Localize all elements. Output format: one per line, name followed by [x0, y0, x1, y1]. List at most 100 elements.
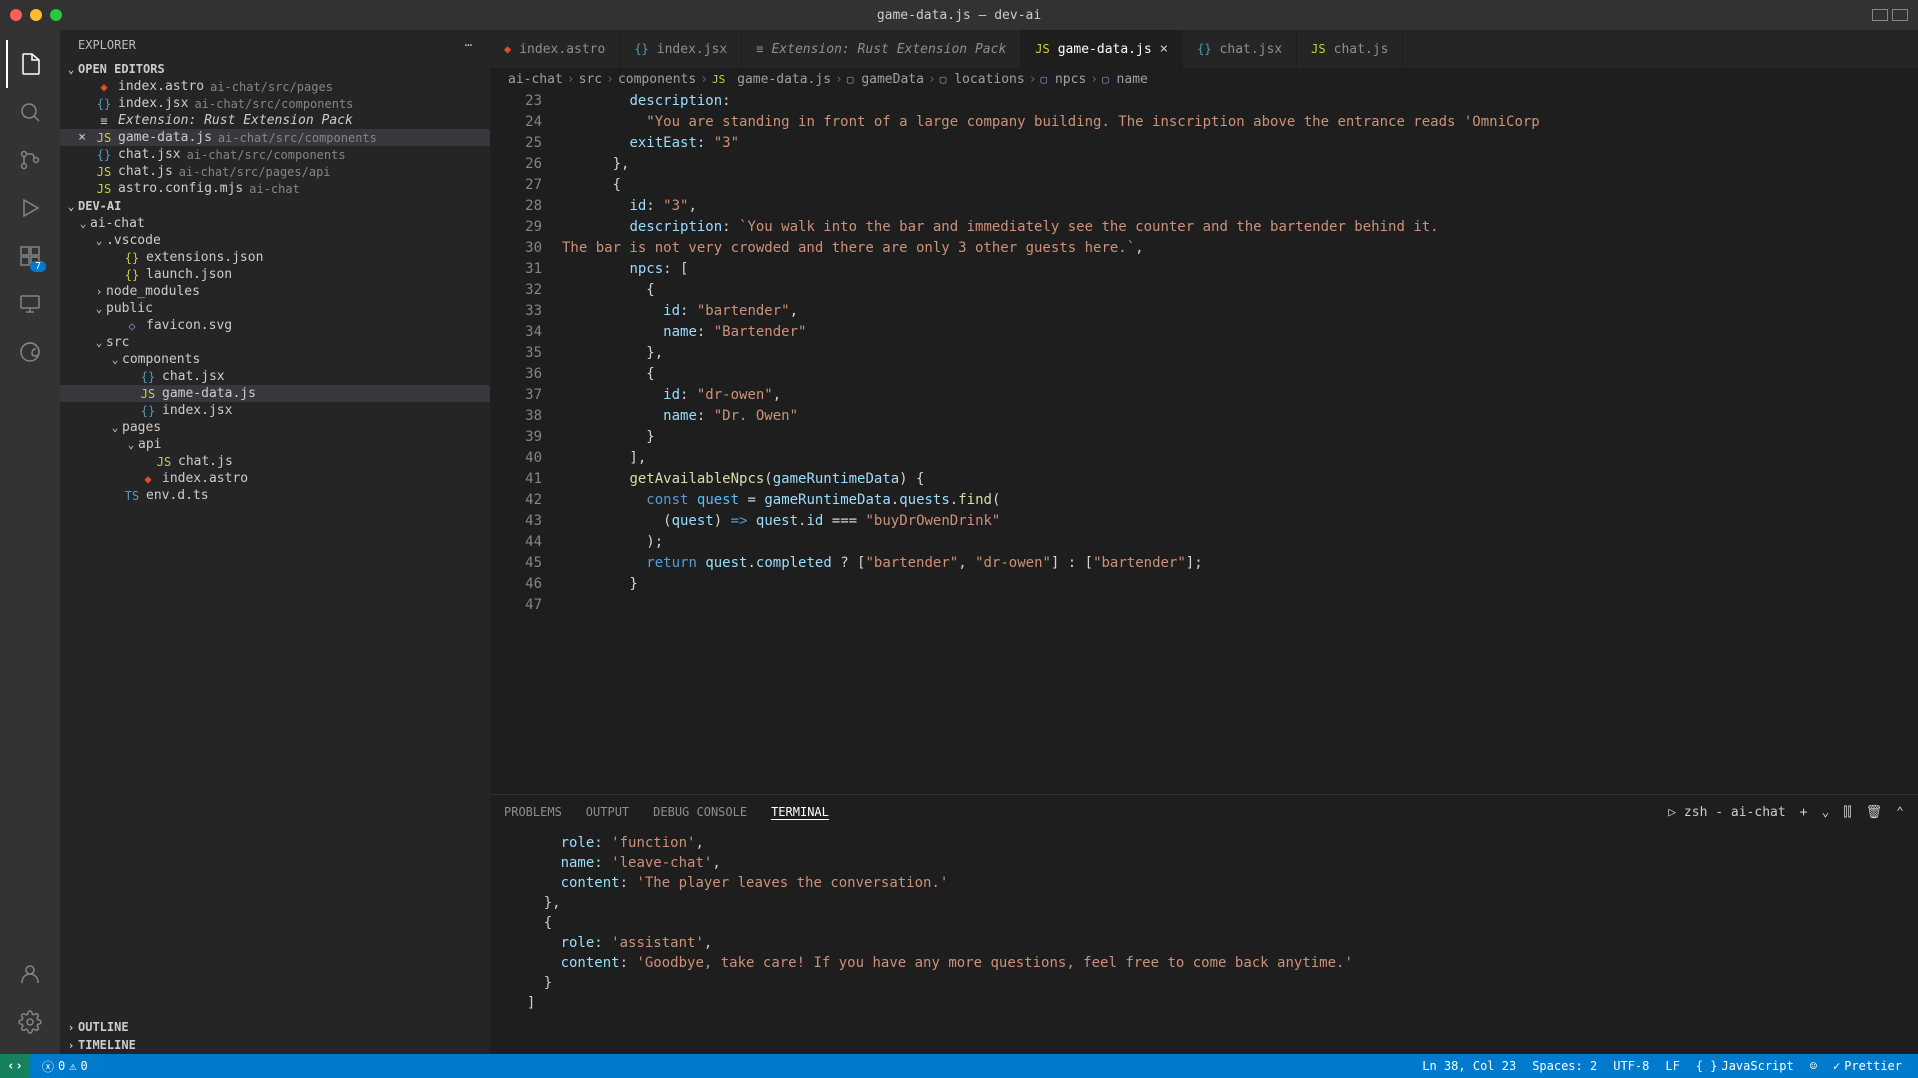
project-header[interactable]: ⌄ DEV-AI — [60, 197, 490, 215]
status-encoding[interactable]: UTF-8 — [1605, 1059, 1657, 1073]
edge-icon[interactable] — [6, 328, 54, 376]
file-item[interactable]: {}chat.jsx — [60, 368, 490, 385]
status-errors[interactable]: ⓧ0 ⚠0 — [34, 1058, 96, 1075]
terminal-selector[interactable]: ▷ zsh - ai-chat — [1668, 805, 1785, 820]
toggle-panel-icon[interactable] — [1872, 9, 1888, 21]
editor-tab[interactable]: {}index.jsx — [620, 30, 742, 68]
window-title: game-data.js — dev-ai — [877, 8, 1041, 23]
more-icon[interactable]: ⋯ — [465, 38, 472, 52]
new-terminal-icon[interactable]: + — [1800, 805, 1808, 820]
open-editor-item[interactable]: ≡Extension: Rust Extension Pack — [60, 112, 490, 129]
editor-tab[interactable]: ◆index.astro — [490, 30, 620, 68]
folder-item[interactable]: ⌄components — [60, 351, 490, 368]
file-item[interactable]: {}index.jsx — [60, 402, 490, 419]
accounts-icon[interactable] — [6, 950, 54, 998]
status-feedback-icon[interactable]: ☺ — [1802, 1059, 1825, 1073]
panel-tab-terminal[interactable]: TERMINAL — [771, 805, 829, 820]
run-debug-icon[interactable] — [6, 184, 54, 232]
maximize-window[interactable] — [50, 9, 62, 21]
settings-icon[interactable] — [6, 998, 54, 1046]
breadcrumb-item[interactable]: JS game-data.js — [712, 72, 831, 87]
open-editor-item[interactable]: {}index.jsxai-chat/src/components — [60, 95, 490, 112]
tab-label: Extension: Rust Extension Pack — [771, 42, 1006, 57]
file-name: extensions.json — [146, 250, 263, 265]
file-item[interactable]: ◆index.astro — [60, 470, 490, 487]
jsx-file-icon: {} — [634, 42, 648, 56]
file-item[interactable]: JSchat.js — [60, 453, 490, 470]
search-icon[interactable] — [6, 88, 54, 136]
open-editor-item[interactable]: JSastro.config.mjsai-chat — [60, 180, 490, 197]
file-name: index.astro — [118, 79, 204, 94]
json-file-icon: {} — [122, 268, 142, 282]
folder-item[interactable]: ⌄.vscode — [60, 232, 490, 249]
breadcrumb-item[interactable]: src — [579, 72, 602, 87]
close-editor-icon[interactable]: × — [70, 130, 94, 145]
file-item[interactable]: ◇favicon.svg — [60, 317, 490, 334]
file-item[interactable]: {}launch.json — [60, 266, 490, 283]
kill-terminal-icon[interactable]: 🗑 — [1866, 805, 1883, 820]
panel-tab-debug-console[interactable]: DEBUG CONSOLE — [653, 805, 747, 819]
folder-item[interactable]: ⌄src — [60, 334, 490, 351]
open-editor-item[interactable]: ◆index.astroai-chat/src/pages — [60, 78, 490, 95]
file-item[interactable]: {} extensions.json — [60, 249, 490, 266]
status-lang[interactable]: { } JavaScript — [1688, 1059, 1802, 1073]
terminal-output[interactable]: role: 'function', name: 'leave-chat', co… — [490, 829, 1918, 1054]
outline-header[interactable]: › OUTLINE — [60, 1018, 490, 1036]
breadcrumb-item[interactable]: ▢ name — [1102, 72, 1148, 87]
editor[interactable]: 2324252627282930313233343536373839404142… — [490, 91, 1918, 794]
chevron-down-icon: ⌄ — [76, 217, 90, 230]
split-terminal-icon[interactable]: ⫿⫿ — [1843, 805, 1851, 820]
file-name: game-data.js — [162, 386, 256, 401]
breadcrumb-item[interactable]: ▢ gameData — [847, 72, 924, 87]
folder-item[interactable]: ›node_modules — [60, 283, 490, 300]
panel-tab-output[interactable]: OUTPUT — [586, 805, 629, 819]
open-editor-item[interactable]: {}chat.jsxai-chat/src/components — [60, 146, 490, 163]
source-control-icon[interactable] — [6, 136, 54, 184]
status-eol[interactable]: LF — [1657, 1059, 1687, 1073]
file-item[interactable]: TSenv.d.ts — [60, 487, 490, 504]
remote-button[interactable] — [0, 1054, 30, 1078]
json-file-icon: {} — [122, 251, 142, 265]
breadcrumbs[interactable]: ai-chat›src›components›JS game-data.js›▢… — [490, 68, 1918, 91]
code-content[interactable]: description: "You are standing in front … — [562, 91, 1918, 794]
breadcrumb-item[interactable]: ▢ locations — [940, 72, 1025, 87]
jsx-file-icon: {} — [138, 404, 158, 418]
editor-tab[interactable]: ≡Extension: Rust Extension Pack — [742, 30, 1021, 68]
panel-tab-problems[interactable]: PROBLEMS — [504, 805, 562, 819]
terminal-dropdown-icon[interactable]: ⌄ — [1822, 805, 1830, 820]
maximize-panel-icon[interactable]: ⌃ — [1896, 805, 1904, 820]
editor-tab[interactable]: {}chat.jsx — [1183, 30, 1297, 68]
folder-item[interactable]: ⌄pages — [60, 419, 490, 436]
folder-item[interactable]: ⌄ai-chat — [60, 215, 490, 232]
file-path: ai-chat/src/components — [218, 131, 377, 145]
folder-item[interactable]: ⌄public — [60, 300, 490, 317]
open-editors-header[interactable]: ⌄ OPEN EDITORS — [60, 60, 490, 78]
open-editor-item[interactable]: ×JSgame-data.jsai-chat/src/components — [60, 129, 490, 146]
status-cursor[interactable]: Ln 38, Col 23 — [1414, 1059, 1524, 1073]
editor-tab[interactable]: JSchat.js — [1297, 30, 1403, 68]
folder-item[interactable]: ⌄api — [60, 436, 490, 453]
jsx-file-icon: {} — [138, 370, 158, 384]
minimize-window[interactable] — [30, 9, 42, 21]
folder-name: public — [106, 301, 153, 316]
open-editor-item[interactable]: JSchat.jsai-chat/src/pages/api — [60, 163, 490, 180]
breadcrumb-item[interactable]: components — [618, 72, 696, 87]
extensions-icon[interactable]: 7 — [6, 232, 54, 280]
file-name: env.d.ts — [146, 488, 209, 503]
extensions-badge: 7 — [30, 261, 46, 272]
toggle-sidebar-icon[interactable] — [1892, 9, 1908, 21]
js-file-icon: JS — [1035, 42, 1049, 56]
breadcrumb-item[interactable]: ▢ npcs — [1041, 72, 1087, 87]
explorer-icon[interactable] — [6, 40, 54, 88]
breadcrumb-item[interactable]: ai-chat — [508, 72, 563, 87]
close-tab-icon[interactable]: × — [1160, 41, 1168, 57]
chevron-down-icon: ⌄ — [108, 353, 122, 366]
timeline-header[interactable]: › TIMELINE — [60, 1036, 490, 1054]
close-window[interactable] — [10, 9, 22, 21]
status-spaces[interactable]: Spaces: 2 — [1524, 1059, 1605, 1073]
tab-label: chat.js — [1334, 42, 1389, 57]
status-prettier[interactable]: ✓ Prettier — [1825, 1059, 1910, 1073]
remote-explorer-icon[interactable] — [6, 280, 54, 328]
file-item[interactable]: JSgame-data.js — [60, 385, 490, 402]
editor-tab[interactable]: JSgame-data.js× — [1021, 30, 1183, 68]
